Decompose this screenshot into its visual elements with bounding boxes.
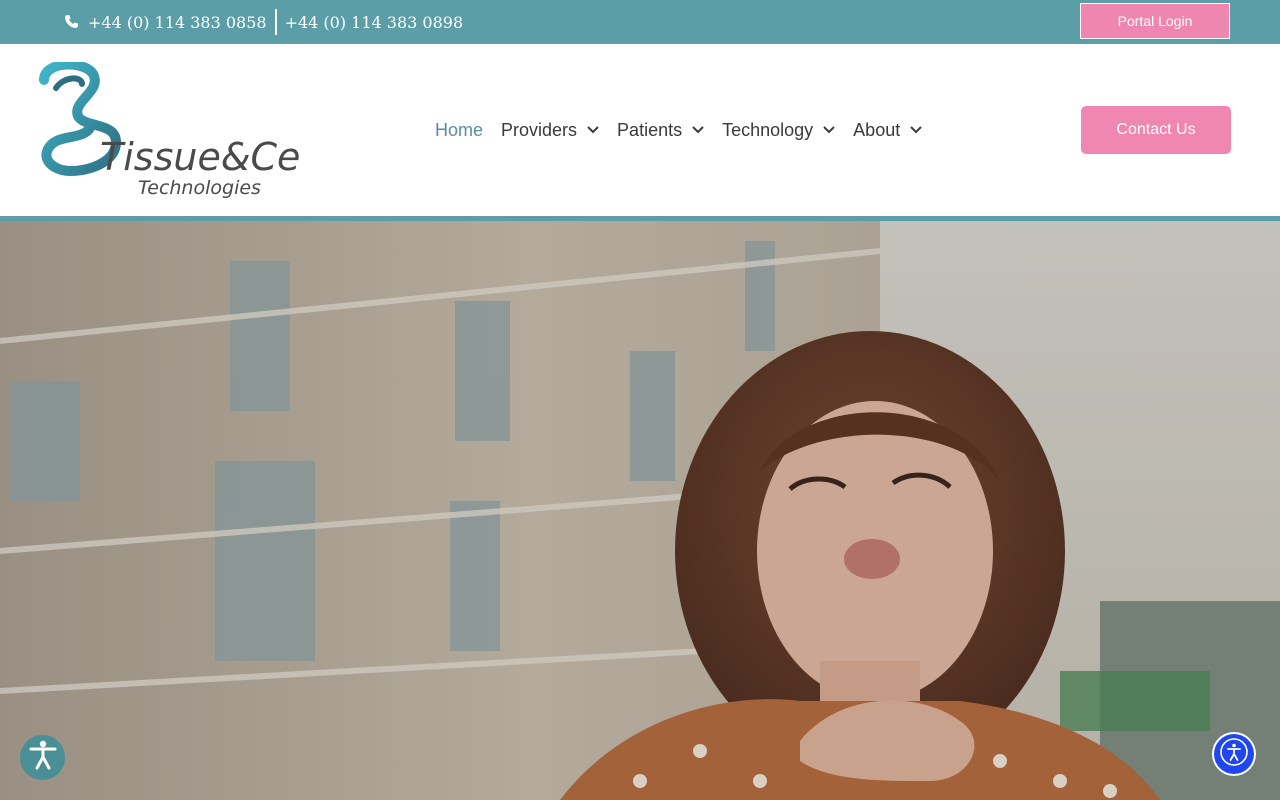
brand-logo[interactable]: Tissue&Cell Technologies (38, 59, 322, 200)
nav-item-technology[interactable]: Technology (722, 120, 835, 141)
site-header: Tissue&Cell Technologies Home Providers … (0, 44, 1280, 216)
phone-icon (64, 14, 80, 30)
chevron-down-icon (910, 126, 922, 134)
brand-name-line1: Tissue&Cell (100, 135, 300, 179)
brand-name-line2: Technologies (138, 177, 261, 199)
hero-image (0, 221, 1280, 800)
chevron-down-icon (587, 126, 599, 134)
accessibility-left-button[interactable] (20, 735, 65, 780)
chevron-down-icon (823, 126, 835, 134)
main-nav: Home Providers Patients Technology About (435, 118, 940, 142)
nav-item-home[interactable]: Home (435, 120, 483, 141)
portal-login-button[interactable]: Portal Login (1080, 3, 1230, 39)
nav-item-label: About (853, 119, 901, 140)
top-bar: +44 (0) 114 383 0858 +44 (0) 114 383 089… (0, 0, 1280, 44)
nav-item-label: Patients (617, 119, 683, 140)
nav-item-label: Providers (501, 119, 578, 140)
accessibility-person-icon (29, 740, 57, 775)
nav-item-label: Home (435, 119, 484, 140)
chevron-down-icon (692, 126, 704, 134)
nav-item-providers[interactable]: Providers (501, 120, 599, 141)
nav-item-patients[interactable]: Patients (617, 120, 704, 141)
accessibility-person-icon (1219, 737, 1249, 772)
nav-item-about[interactable]: About (853, 120, 922, 141)
phone-number-primary[interactable]: +44 (0) 114 383 0858 (88, 13, 267, 32)
phone-separator (274, 9, 277, 35)
nav-item-label: Technology (722, 119, 814, 140)
phone-numbers: +44 (0) 114 383 0858 +44 (0) 114 383 089… (64, 9, 464, 35)
accessibility-right-button[interactable] (1212, 732, 1256, 776)
phone-number-secondary[interactable]: +44 (0) 114 383 0898 (285, 13, 464, 32)
contact-us-button[interactable]: Contact Us (1081, 106, 1231, 154)
